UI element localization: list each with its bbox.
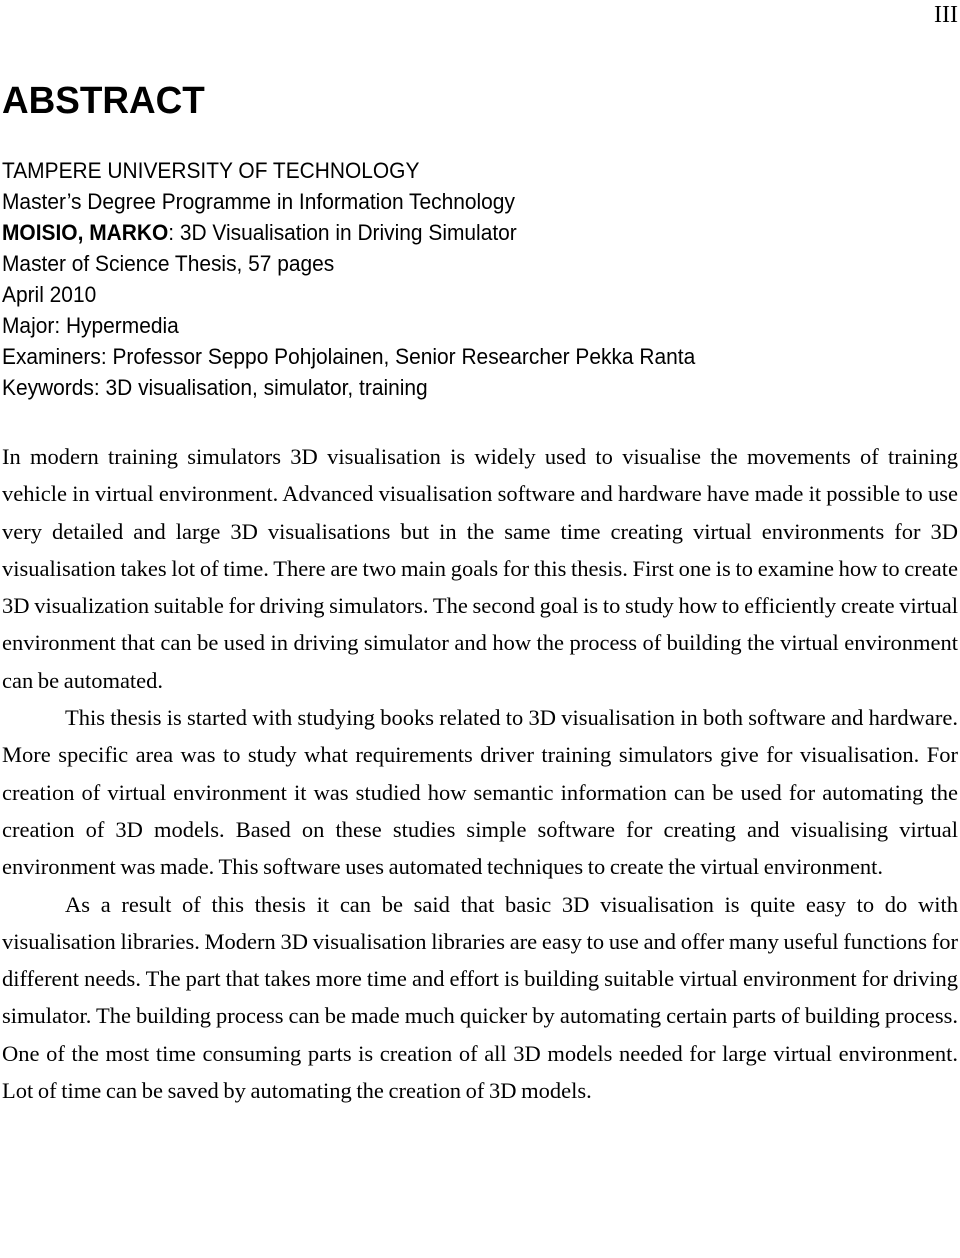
thesis-type: Master of Science Thesis, 57 pages: [2, 251, 335, 276]
university-name: TAMPERE UNIVERSITY OF TECHNOLOGY: [2, 158, 420, 183]
thesis-major: Major: Hypermedia: [2, 313, 179, 338]
degree-programme: Master’s Degree Programme in Information…: [2, 189, 515, 214]
page-number: III: [934, 2, 958, 28]
thesis-keywords: Keywords: 3D visualisation, simulator, t…: [2, 375, 428, 400]
abstract-paragraph-2: This thesis is started with studying boo…: [2, 705, 958, 880]
abstract-body: In modern training simulators 3D visuali…: [2, 438, 958, 1109]
thesis-date: April 2010: [2, 282, 97, 307]
thesis-title: : 3D Visualisation in Driving Simulator: [168, 220, 517, 245]
thesis-metadata: TAMPERE UNIVERSITY OF TECHNOLOGY Master’…: [2, 155, 960, 403]
author-name: MOISIO, MARKO: [2, 220, 169, 245]
abstract-paragraph-1: In modern training simulators 3D visuali…: [2, 444, 958, 693]
author-and-title: MOISIO, MARKO: 3D Visualisation in Drivi…: [2, 217, 893, 248]
abstract-heading: ABSTRACT: [2, 80, 205, 122]
thesis-examiners: Examiners: Professor Seppo Pohjolainen, …: [2, 344, 696, 369]
abstract-paragraph-3: As a result of this thesis it can be sai…: [2, 891, 958, 1104]
